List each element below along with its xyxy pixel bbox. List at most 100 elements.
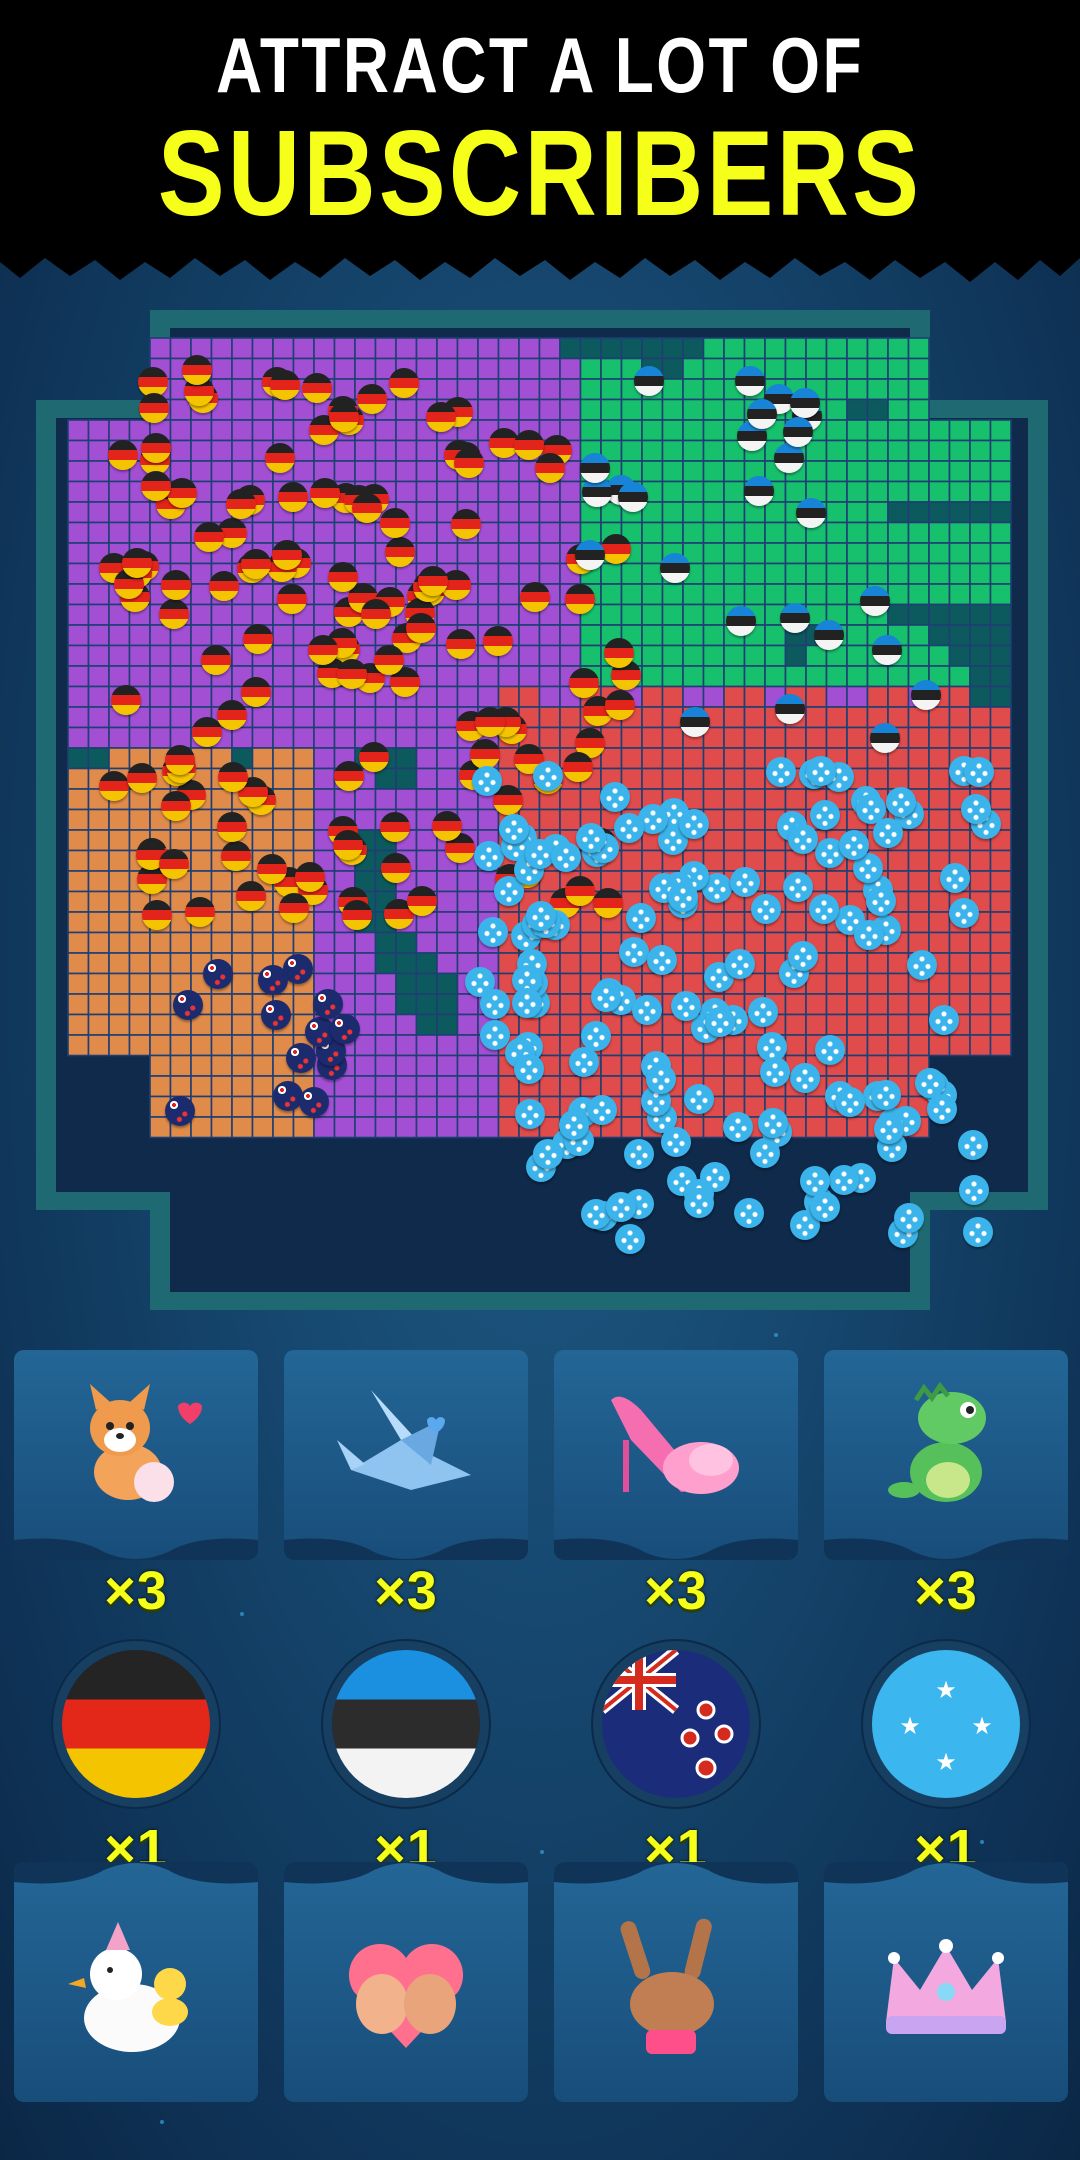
micronesia-subscriber-token — [568, 1046, 599, 1077]
micronesia-subscriber-token — [683, 1084, 714, 1115]
micronesia-subscriber-token — [927, 1093, 958, 1124]
estonia-subscriber-token — [579, 453, 610, 484]
sparkle — [160, 2120, 164, 2124]
germany-subscriber-token — [241, 548, 272, 579]
germany-subscriber-token — [161, 791, 192, 822]
svg-text:★: ★ — [899, 1712, 921, 1740]
micronesia-subscriber-token — [907, 949, 938, 980]
germany-subscriber-token — [241, 676, 272, 707]
micronesia-subscriber-token — [810, 1191, 841, 1222]
micronesia-subscriber-token — [782, 871, 813, 902]
germany-subscriber-token — [334, 761, 365, 792]
gift-card-crown[interactable] — [824, 1862, 1068, 2102]
micronesia-subscriber-token — [815, 1034, 846, 1065]
gift-multiplier: ×3 — [644, 1561, 708, 1621]
germany-subscriber-token — [160, 569, 191, 600]
micronesia-subscriber-token — [722, 1111, 753, 1142]
micronesia-subscriber-token — [533, 1138, 564, 1169]
germany-subscriber-token — [243, 623, 274, 654]
germany-subscriber-token — [562, 752, 593, 782]
micronesia-subscriber-token — [513, 1054, 544, 1085]
micronesia-subscriber-token — [618, 936, 649, 967]
new-zealand-subscriber-token — [258, 965, 289, 996]
germany-subscriber-token — [216, 811, 247, 842]
germany-subscriber-token — [568, 667, 599, 698]
estonia-flag-icon[interactable] — [332, 1650, 480, 1798]
svg-text:★: ★ — [935, 1748, 957, 1776]
germany-subscriber-token — [201, 645, 232, 676]
germany-subscriber-token — [451, 509, 482, 540]
germany-subscriber-token — [474, 706, 505, 737]
micronesia-subscriber-token — [498, 813, 529, 844]
estonia-subscriber-token — [575, 540, 606, 571]
gift-card-rock-hand[interactable] — [554, 1862, 798, 2102]
germany-flag-icon[interactable] — [62, 1650, 210, 1798]
micronesia-subscriber-token — [646, 944, 677, 975]
micronesia-subscriber-token — [624, 1138, 655, 1169]
micronesia-subscriber-token — [939, 862, 970, 893]
card-notch — [284, 1538, 528, 1560]
germany-subscriber-token — [138, 392, 169, 423]
micronesia-flag-icon[interactable]: ★ ★ ★ ★ — [872, 1650, 1020, 1798]
germany-subscriber-token — [256, 854, 287, 885]
headline-line-2: SUBSCRIBERS — [157, 105, 923, 241]
estonia-subscriber-token — [813, 619, 844, 650]
estonia-subscriber-token — [679, 706, 710, 737]
micronesia-subscriber-token — [725, 949, 756, 980]
gift-card-dinosaur[interactable] — [824, 1350, 1068, 1560]
new-zealand-subscriber-token — [285, 1042, 316, 1073]
estonia-subscriber-token — [735, 366, 766, 397]
estonia-subscriber-token — [659, 552, 690, 583]
micronesia-subscriber-token — [865, 886, 896, 917]
micronesia-subscriber-token — [626, 902, 657, 933]
micronesia-subscriber-token — [632, 994, 663, 1025]
new-zealand-flag-icon[interactable] — [602, 1650, 750, 1798]
germany-subscriber-token — [193, 522, 224, 553]
gift-card-corgi[interactable] — [14, 1350, 258, 1560]
micronesia-subscriber-token — [834, 1086, 865, 1117]
corgi-gift-icon — [90, 1384, 202, 1502]
micronesia-subscriber-token — [789, 1062, 820, 1093]
germany-subscriber-token — [406, 612, 437, 643]
estonia-subscriber-token — [774, 442, 805, 473]
micronesia-subscriber-token — [734, 1198, 765, 1229]
new-zealand-subscriber-token — [299, 1087, 330, 1117]
micronesia-subscriber-token — [678, 809, 709, 840]
germany-subscriber-token — [445, 629, 476, 660]
germany-subscriber-token — [565, 876, 596, 907]
paper-crane-gift-icon — [337, 1390, 471, 1490]
crown-gift-icon — [886, 1939, 1006, 2034]
micronesia-subscriber-token — [810, 799, 841, 830]
germany-subscriber-token — [361, 599, 392, 630]
germany-subscriber-token — [159, 599, 189, 630]
germany-subscriber-token — [99, 770, 130, 801]
gift-multiplier: ×3 — [104, 1561, 168, 1621]
germany-subscriber-token — [384, 536, 415, 567]
micronesia-subscriber-token — [474, 840, 505, 871]
game-screen: ATTRACT A LOT OF SUBSCRIBERS ×3 ×3 ×3 ×3… — [0, 0, 1080, 2160]
dinosaur-gift-icon — [888, 1381, 986, 1502]
gift-card-pink-slipper[interactable] — [554, 1350, 798, 1560]
promo-header: ATTRACT A LOT OF SUBSCRIBERS — [0, 0, 1080, 258]
gift-card-duck[interactable] — [14, 1862, 258, 2102]
micronesia-subscriber-token — [957, 1130, 988, 1161]
estonia-subscriber-token — [744, 476, 774, 507]
heart-hands-gift-icon — [348, 1943, 464, 2048]
micronesia-subscriber-token — [751, 893, 782, 924]
germany-subscriber-token — [564, 583, 595, 614]
estonia-subscriber-token — [860, 586, 891, 617]
card-notch — [14, 1538, 258, 1560]
micronesia-subscriber-token — [929, 1004, 960, 1035]
gift-card-paper-crane[interactable] — [284, 1350, 528, 1560]
micronesia-subscriber-token — [730, 867, 760, 898]
estonia-subscriber-token — [774, 693, 805, 724]
micronesia-subscriber-token — [838, 830, 869, 861]
germany-subscriber-token — [356, 383, 387, 414]
new-zealand-subscriber-token — [329, 1013, 360, 1044]
micronesia-subscriber-token — [893, 1203, 924, 1234]
germany-subscriber-token — [381, 853, 412, 884]
card-notch — [824, 1538, 1068, 1560]
germany-subscriber-token — [271, 539, 302, 570]
gift-card-heart-hands[interactable] — [284, 1862, 528, 2102]
germany-subscriber-token — [209, 571, 240, 602]
